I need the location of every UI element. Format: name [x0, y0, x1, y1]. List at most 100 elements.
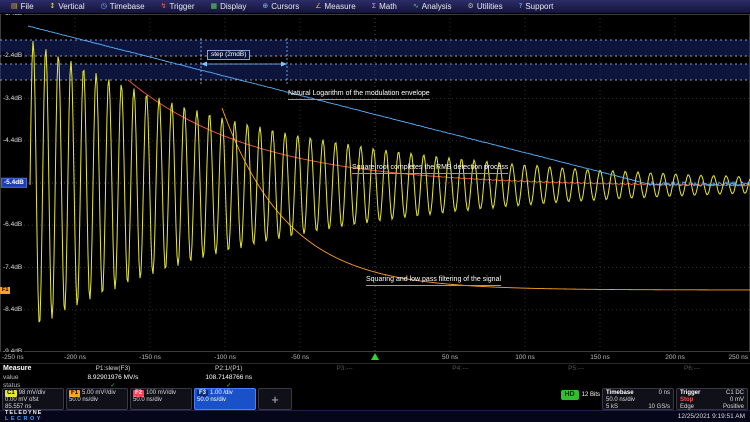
- oscilloscope-app: ▤File ↕Vertical ◷Timebase ↯Trigger ▦Disp…: [0, 0, 750, 422]
- file-icon: ▤: [11, 3, 18, 10]
- c1-offset: 0.00 mV ofst: [5, 397, 61, 404]
- trigger-icon: ↯: [161, 3, 167, 10]
- function-f3-descriptor[interactable]: F3 1.00 /div 50.0 ns/div: [194, 388, 256, 410]
- x-axis-label: -200 ns: [64, 354, 86, 361]
- x-axis-label: -150 ns: [139, 354, 161, 361]
- brand-logo: TELEDYNE LECROY: [5, 411, 43, 422]
- f1-hscale: 50.0 ns/div: [69, 397, 125, 404]
- param-p6-name[interactable]: P6:---: [634, 365, 750, 372]
- menu-math-label: Math: [379, 2, 397, 11]
- cursors-icon: ⊕: [262, 3, 268, 10]
- y-axis-label: -2.4dB: [1, 52, 24, 60]
- vertical-icon: ↕: [50, 3, 56, 10]
- menu-file-label: File: [21, 2, 34, 11]
- x-axis-label: -100 ns: [214, 354, 236, 361]
- waveform-canvas[interactable]: [0, 14, 750, 352]
- status-bar: TELEDYNE LECROY 12/25/2021 9:19:51 AM: [0, 410, 750, 422]
- display-icon: ▦: [210, 3, 217, 10]
- trigger-level: 0 mV: [730, 397, 744, 404]
- brand-lecroy: LECROY: [5, 417, 43, 422]
- menu-measure-label: Measure: [325, 2, 356, 11]
- timebase-scale: 50.0 ns/div: [606, 397, 670, 404]
- menu-trigger[interactable]: ↯Trigger: [153, 0, 203, 13]
- value-row-label: value: [0, 374, 55, 381]
- step-cursor-label: step (2mdB): [207, 50, 250, 60]
- menu-cursors[interactable]: ⊕Cursors: [254, 0, 307, 13]
- menu-utilities[interactable]: ⚙Utilities: [460, 0, 511, 13]
- trigger-position-marker[interactable]: [371, 353, 379, 360]
- annotation-square-root: Square root completes the RMS detection …: [352, 164, 508, 174]
- menu-vertical-label: Vertical: [58, 2, 84, 11]
- add-trace-button[interactable]: +: [258, 388, 292, 410]
- measure-panel: Measure P1:slew(F3) P2:1/(P1) P3:--- P4:…: [0, 363, 750, 388]
- y-axis-label: -3.4dB: [1, 94, 24, 102]
- menu-vertical[interactable]: ↕Vertical: [42, 0, 93, 13]
- menu-math[interactable]: ΣMath: [364, 0, 405, 13]
- channel-c1-descriptor[interactable]: C1 98 mV/div 0.00 mV ofst 85.557 ns: [2, 388, 64, 410]
- waveform-display[interactable]: -1.4dB-2.4dB-3.4dB-4.4dB-5.4dB-6.4dB-7.4…: [0, 14, 750, 352]
- utilities-icon: ⚙: [468, 3, 474, 10]
- f2-vscale: 100 mV/div: [146, 390, 176, 397]
- y-axis-label: -5.4dB: [1, 178, 27, 188]
- c1-vscale: 98 mV/div: [19, 390, 46, 397]
- menu-display[interactable]: ▦Display: [202, 0, 254, 13]
- trace-tag-f1: F1: [0, 287, 10, 294]
- x-axis: -250 ns -200 ns -150 ns -100 ns -50 ns 50 ns 1…: [0, 352, 750, 363]
- param-p1-name[interactable]: P1:slew(F3): [55, 365, 171, 372]
- param-p2-value: 108.7148766 ns: [171, 374, 287, 381]
- plus-icon: +: [271, 392, 279, 407]
- param-p3-name[interactable]: P3:---: [287, 365, 403, 372]
- timebase-delay: 0 ns: [659, 390, 670, 397]
- param-p4-name[interactable]: P4:---: [403, 365, 519, 372]
- f1-vscale: 5.00 mV²/div: [82, 390, 116, 397]
- menu-support[interactable]: ?Support: [511, 0, 562, 13]
- x-axis-label: 250 ns: [728, 354, 748, 361]
- acquisition-cluster: HD 12 Bits Timebase 0 ns 50.0 ns/div 5 k…: [561, 388, 748, 410]
- function-f2-descriptor[interactable]: F2 100 mV/div 50.0 ns/div: [130, 388, 192, 410]
- f3-tab: F3: [197, 390, 208, 397]
- timebase-icon: ◷: [101, 3, 107, 10]
- c1-tab: C1: [5, 390, 17, 397]
- function-f1-descriptor[interactable]: F1 5.00 mV²/div 50.0 ns/div: [66, 388, 128, 410]
- trigger-title: Trigger: [680, 390, 700, 397]
- datetime-display: 12/25/2021 9:19:51 AM: [678, 413, 745, 420]
- y-axis-label: -6.4dB: [1, 221, 24, 229]
- timebase-descriptor[interactable]: Timebase 0 ns 50.0 ns/div 5 kS 10 GS/s: [602, 388, 674, 410]
- trigger-descriptor[interactable]: Trigger C1 DC Stop 0 mV Edge Positive: [676, 388, 748, 410]
- menu-measure[interactable]: ∠ Measure: [307, 0, 363, 13]
- measure-icon: ∠: [315, 3, 321, 10]
- menu-timebase-label: Timebase: [110, 2, 145, 11]
- descriptor-row: C1 98 mV/div 0.00 mV ofst 85.557 ns F1 5…: [0, 388, 750, 410]
- y-axis-label: -9.4dB: [1, 348, 24, 352]
- param-p5-name[interactable]: P5:---: [518, 365, 634, 372]
- menu-trigger-label: Trigger: [169, 2, 194, 11]
- measure-row-label: Measure: [0, 365, 55, 372]
- y-axis-label: -4.4dB: [1, 137, 24, 145]
- menu-timebase[interactable]: ◷Timebase: [93, 0, 153, 13]
- param-p1-value: 8.92901976 MV/s: [55, 374, 171, 381]
- menu-support-label: Support: [525, 2, 553, 11]
- x-axis-label: -250 ns: [2, 354, 24, 361]
- menu-analysis[interactable]: ∿Analysis: [405, 0, 460, 13]
- param-p2-name[interactable]: P2:1/(P1): [171, 365, 287, 372]
- x-axis-label: 50 ns: [442, 354, 458, 361]
- support-icon: ?: [519, 3, 523, 10]
- y-axis-label: -7.4dB: [1, 263, 24, 271]
- hd-bits-label: 12 Bits: [582, 390, 600, 398]
- x-axis-label: 200 ns: [665, 354, 685, 361]
- menu-analysis-label: Analysis: [422, 2, 452, 11]
- menu-file[interactable]: ▤File: [3, 0, 42, 13]
- f1-tab: F1: [69, 390, 80, 397]
- trigger-source: C1 DC: [726, 390, 744, 397]
- f3-hscale: 50.0 ns/div: [197, 397, 253, 404]
- hd-resolution-group: HD 12 Bits: [561, 388, 600, 410]
- f3-vscale: 1.00 /div: [210, 390, 233, 397]
- x-axis-label: 100 ns: [515, 354, 535, 361]
- y-axis-label: -8.4dB: [1, 306, 24, 314]
- x-axis-label: -50 ns: [291, 354, 309, 361]
- f2-tab: F2: [133, 390, 144, 397]
- math-icon: Σ: [372, 3, 376, 10]
- menu-cursors-label: Cursors: [271, 2, 299, 11]
- x-axis-label: 150 ns: [590, 354, 610, 361]
- hd-badge: HD: [561, 390, 579, 400]
